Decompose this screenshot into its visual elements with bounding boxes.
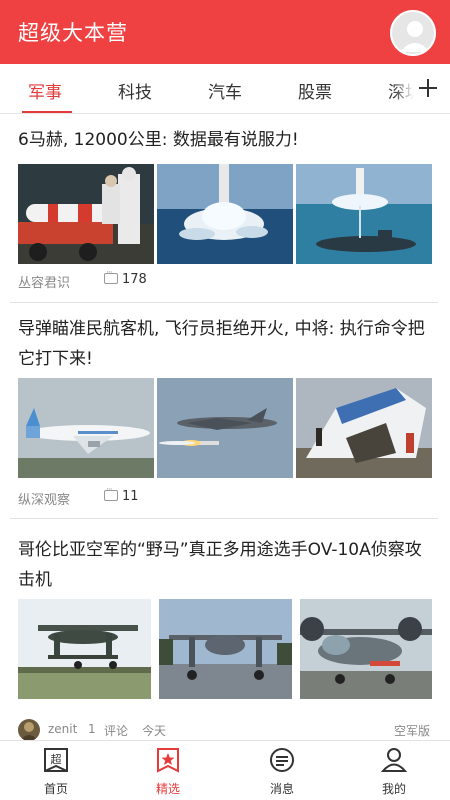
nav-home-label: 首页 [43,782,68,796]
article-source: 纵深观察 [18,493,71,508]
article-title[interactable]: 6马赫, 12000公里: 数据最有说服力! [18,125,434,155]
bottom-nav: 超 首页 精选 消息 我的 [0,740,450,800]
comment-icon [104,485,118,501]
app-title: 超级大本营 [18,21,128,45]
nav-profile[interactable]: 我的 [354,741,434,800]
comment-icon [104,268,118,284]
ov10-bronco-runway-image[interactable] [18,599,151,699]
tab-tech[interactable]: 科技 [118,78,152,103]
article-thumbnails [18,164,432,264]
article-thumbnails [18,378,432,478]
category-tabs: 军事 科技 汽车 股票 深圳 [0,64,450,114]
submarine-underwater-launch-image[interactable] [296,164,432,264]
comment-count[interactable]: 178 [104,268,147,287]
plus-icon[interactable] [414,74,442,102]
airliner-crash-wreckage-image[interactable] [296,378,432,478]
nav-profile-label: 我的 [381,782,406,796]
author-name[interactable]: zenit [48,722,77,736]
comment-label: 评论 [104,724,129,738]
home-icon: 超 [42,746,70,774]
fighter-jet-firing-missile-image[interactable] [157,378,293,478]
article-title[interactable]: 导弹瞄准民航客机, 飞行员拒绝开火, 中将: 执行命令把它打下来! [18,314,434,374]
nav-featured-label: 精选 [155,782,180,796]
nav-messages-label: 消息 [269,782,294,796]
channel-label[interactable]: 空军版 [394,722,430,739]
author-avatar[interactable] [18,719,40,740]
submarine-launch-splash-image[interactable] [157,164,293,264]
profile-icon [380,746,408,774]
nav-messages[interactable]: 消息 [242,741,322,800]
post-time: 今天 [142,724,167,738]
tab-military[interactable]: 军事 [28,78,62,103]
comment-count: 1 [88,722,96,736]
article-card[interactable]: 导弹瞄准民航客机, 飞行员拒绝开火, 中将: 执行命令把它打下来! 纵深观察 ·… [0,303,450,518]
article-meta: 纵深观察 11 [18,485,318,509]
article-card[interactable]: 6马赫, 12000公里: 数据最有说服力! 丛容君识 ··· 178 [0,114,450,302]
ov10-bronco-tarmac-front-image[interactable] [159,599,292,699]
user-avatar-icon[interactable] [390,10,436,56]
nav-home[interactable]: 超 首页 [16,741,96,800]
svg-text:超: 超 [51,752,62,766]
star-badge-icon [154,746,182,774]
article-thumbnails [18,599,432,699]
article-meta: zenit 1 评论 今天 空军版 [18,718,432,740]
tab-auto[interactable]: 汽车 [208,78,242,103]
message-icon [268,746,296,774]
nav-featured[interactable]: 精选 [128,741,208,800]
missile-truck-sailors-image[interactable] [18,164,154,264]
article-source: 丛容君识 [18,276,71,291]
tab-stocks[interactable]: 股票 [298,78,332,103]
article-meta: 丛容君识 178 [18,268,318,292]
app-header: 超级大本营 [0,0,450,64]
korean-air-airliner-image[interactable] [18,378,154,478]
article-title[interactable]: 哥伦比亚空军的“野马”真正多用途选手OV-10A侦察攻击机 [18,535,434,595]
news-feed[interactable]: 6马赫, 12000公里: 数据最有说服力! 丛容君识 ··· 178 导弹瞄准… [0,114,450,740]
article-card[interactable]: 哥伦比亚空军的“野马”真正多用途选手OV-10A侦察攻击机 zenit 1 评论… [0,519,450,740]
comment-count[interactable]: 11 [104,485,139,504]
ov10-bronco-display-image[interactable] [300,599,432,699]
